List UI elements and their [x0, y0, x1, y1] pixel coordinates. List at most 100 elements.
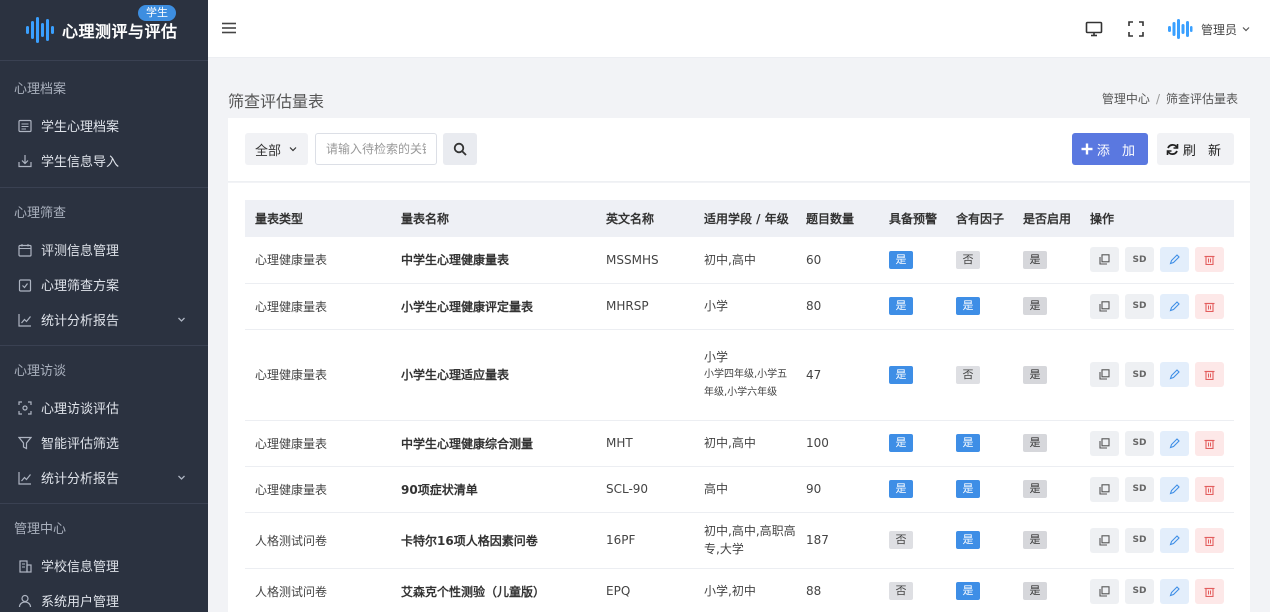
edit-icon: [1169, 585, 1180, 597]
nav-group-title: 心理筛查: [14, 206, 67, 221]
nav-divider: [0, 503, 208, 504]
search-button[interactable]: [443, 133, 477, 165]
sidebar-item-student-import[interactable]: 学生信息导入: [0, 143, 208, 178]
edit-button[interactable]: [1160, 293, 1189, 319]
delete-button[interactable]: [1195, 293, 1224, 319]
factor-badge: 是: [956, 297, 980, 315]
cell-stage: 初中,高中: [704, 436, 756, 450]
cell-stage: 小学: [704, 349, 729, 364]
cell-type: 心理健康量表: [245, 237, 391, 284]
warning-badge: 是: [889, 250, 913, 269]
delete-button[interactable]: [1195, 247, 1224, 273]
brand[interactable]: 心理测评与评估 学生: [0, 0, 208, 60]
menu-toggle-icon[interactable]: [222, 22, 236, 34]
cell-count: 80: [796, 283, 879, 330]
scope-select[interactable]: 全部: [245, 133, 308, 165]
edit-button[interactable]: [1160, 527, 1189, 553]
breadcrumb-root[interactable]: 管理中心: [1102, 92, 1150, 106]
scope-select-value: 全部: [255, 143, 282, 159]
fullscreen-icon[interactable]: [1127, 20, 1145, 38]
filter-icon: [18, 436, 32, 450]
copy-button[interactable]: [1090, 247, 1119, 273]
cell-type: 心理健康量表: [245, 283, 391, 330]
refresh-button[interactable]: 刷 新: [1157, 133, 1234, 165]
enabled-badge: 是: [1023, 480, 1047, 498]
cell-enabled: 是: [1013, 329, 1080, 421]
cell-stage-wrap: 小学 小学四年级,小学五年级,小学六年级: [694, 329, 796, 421]
sidebar-item-smart-filter[interactable]: 智能评估筛选: [0, 425, 208, 460]
sidebar-item-school-info[interactable]: 学校信息管理: [0, 548, 208, 583]
sidebar-item-interview-stats[interactable]: 统计分析报告: [0, 460, 208, 495]
cell-type: 人格测试问卷: [245, 512, 391, 569]
cell-warning: 是: [879, 283, 946, 330]
copy-button[interactable]: [1090, 578, 1119, 604]
cell-count: 88: [796, 568, 879, 612]
nav-group-title: 心理档案: [14, 82, 67, 97]
sidebar-item-user-management[interactable]: 系统用户管理: [0, 583, 208, 612]
sd-button[interactable]: SD: [1125, 362, 1154, 387]
copy-button[interactable]: [1090, 527, 1119, 553]
delete-button[interactable]: [1195, 362, 1224, 387]
enabled-badge: 是: [1023, 365, 1047, 384]
sd-button[interactable]: SD: [1125, 578, 1154, 604]
cell-count: 90: [796, 466, 879, 513]
table-row: 心理健康量表 中学生心理健康综合测量 MHT 初中,高中 100 是 是 是 SD: [245, 420, 1234, 467]
cell-actions: SD: [1080, 512, 1234, 569]
cell-en-name: SCL-90: [596, 466, 694, 513]
cell-factor: 是: [946, 420, 1013, 467]
delete-button[interactable]: [1195, 578, 1224, 604]
cell-warning: 否: [879, 512, 946, 569]
sd-button[interactable]: SD: [1125, 293, 1154, 319]
sd-button[interactable]: SD: [1125, 527, 1154, 553]
delete-button[interactable]: [1195, 476, 1224, 502]
cell-name: 中学生心理健康综合测量: [391, 420, 596, 467]
edit-button[interactable]: [1160, 578, 1189, 604]
sidebar-item-interview-eval[interactable]: 心理访谈评估: [0, 390, 208, 425]
cell-enabled: 是: [1013, 237, 1080, 284]
edit-button[interactable]: [1160, 476, 1189, 502]
delete-button[interactable]: [1195, 430, 1224, 456]
enabled-badge: 是: [1023, 434, 1047, 452]
cell-name: 小学生心理健康评定量表: [391, 283, 596, 330]
page-title: 筛查评估量表: [228, 92, 325, 111]
edit-button[interactable]: [1160, 362, 1189, 387]
search-input[interactable]: [315, 133, 437, 165]
sd-button[interactable]: SD: [1125, 247, 1154, 273]
edit-icon: [1169, 483, 1180, 495]
sidebar-item-screening-stats[interactable]: 统计分析报告: [0, 302, 208, 337]
edit-icon: [1169, 254, 1180, 265]
refresh-icon: [1166, 143, 1179, 156]
factor-badge: 是: [956, 582, 980, 600]
brand-title: 心理测评与评估: [62, 22, 178, 41]
brand-badge: 学生: [138, 5, 176, 21]
copy-button[interactable]: [1090, 293, 1119, 319]
edit-button[interactable]: [1160, 247, 1189, 273]
factor-badge: 是: [956, 531, 980, 549]
calendar-icon: [18, 243, 32, 257]
chevron-down-icon: [289, 147, 297, 152]
plus-icon: [1081, 143, 1093, 155]
user-menu[interactable]: 管理员: [1167, 18, 1250, 40]
sidebar-item-screening-plan[interactable]: 心理筛查方案: [0, 267, 208, 302]
warning-badge: 是: [889, 297, 913, 315]
copy-button[interactable]: [1090, 476, 1119, 502]
cell-type: 心理健康量表: [245, 420, 391, 467]
cell-actions: SD: [1080, 568, 1234, 612]
sidebar: 心理测评与评估 学生 心理档案 学生心理档案 学生信息导入 心理筛查 评测信息管…: [0, 0, 208, 612]
sidebar-item-label: 统计分析报告: [41, 472, 120, 487]
edit-button[interactable]: [1160, 430, 1189, 456]
copy-button[interactable]: [1090, 430, 1119, 456]
add-button[interactable]: 添 加: [1072, 133, 1148, 165]
topbar: 管理员: [208, 0, 1270, 58]
monitor-icon[interactable]: [1085, 20, 1103, 38]
sd-button[interactable]: SD: [1125, 430, 1154, 456]
cell-warning: 是: [879, 420, 946, 467]
sidebar-item-student-archive[interactable]: 学生心理档案: [0, 108, 208, 143]
cell-en-name: EPQ: [596, 568, 694, 612]
sd-button[interactable]: SD: [1125, 476, 1154, 502]
copy-button[interactable]: [1090, 362, 1119, 387]
trash-icon: [1204, 484, 1215, 495]
warning-badge: 否: [889, 531, 913, 549]
delete-button[interactable]: [1195, 527, 1224, 553]
sidebar-item-assessment-info[interactable]: 评测信息管理: [0, 232, 208, 267]
